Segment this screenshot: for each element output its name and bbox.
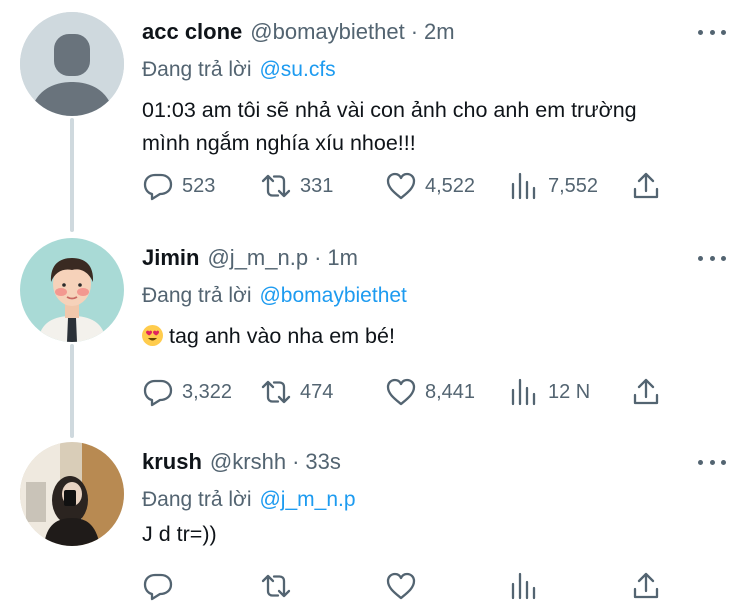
share-icon (633, 572, 659, 599)
views-button[interactable] (508, 566, 540, 606)
like-button[interactable]: 4,522 (385, 166, 475, 206)
reply-button[interactable]: 3,322 (142, 372, 232, 412)
mention-link[interactable]: @bomaybiethet (259, 284, 406, 308)
share-button[interactable] (630, 372, 662, 412)
like-button[interactable]: 8,441 (385, 372, 475, 412)
separator-dot: · (292, 449, 300, 474)
retweet-count: 474 (300, 380, 334, 403)
display-name[interactable]: Jimin (142, 245, 199, 271)
username-handle[interactable]: @krshh (210, 449, 286, 475)
tweet-text: tag anh vào nha em bé! (142, 320, 730, 353)
reply-icon (143, 573, 173, 601)
username-handle[interactable]: @j_m_n.p (207, 245, 308, 271)
reply-icon (143, 173, 173, 201)
retweet-icon (261, 574, 291, 598)
share-button[interactable] (630, 566, 662, 606)
tweet[interactable]: krush @krshh · 33s Đang trả lời @j_m_n.p… (0, 442, 750, 614)
heart-icon (386, 172, 416, 200)
views-count: 7,552 (548, 174, 599, 197)
profile-photo (20, 442, 124, 546)
like-button[interactable] (385, 566, 417, 606)
heart-icon (386, 378, 416, 406)
views-icon (511, 172, 536, 200)
more-icon[interactable] (698, 248, 726, 268)
replying-to-label: Đang trả lời (142, 58, 252, 81)
reply-count: 523 (182, 174, 216, 197)
reply-count: 3,322 (182, 380, 233, 403)
mention-link[interactable]: @su.cfs (259, 58, 335, 82)
display-name[interactable]: krush (142, 449, 202, 475)
replying-to: Đang trả lời @j_m_n.p (142, 482, 730, 518)
views-icon (511, 378, 536, 406)
more-icon[interactable] (698, 22, 726, 42)
replying-to-label: Đang trả lời (142, 284, 252, 307)
retweet-button[interactable]: 331 (260, 166, 333, 206)
tweet-text-line: J d tr=)) (142, 522, 217, 546)
reply-button[interactable] (142, 566, 174, 606)
tweet-text-line: 01:03 am tôi sẽ nhả vài con ảnh cho anh … (142, 98, 637, 122)
username-handle[interactable]: @bomaybiethet (250, 19, 404, 45)
timestamp[interactable]: 1m (327, 245, 358, 271)
tweet-actions (142, 566, 730, 606)
retweet-icon (261, 380, 291, 404)
tweet-text-content: tag anh vào nha em bé! (169, 324, 395, 348)
share-icon (633, 378, 659, 405)
avatar[interactable] (20, 442, 124, 546)
tweet-text: J d tr=)) (142, 518, 730, 551)
retweet-button[interactable]: 474 (260, 372, 333, 412)
tweet[interactable]: Jimin @j_m_n.p · 1m Đang trả lời @bomayb… (0, 238, 750, 428)
profile-photo (20, 238, 124, 342)
mention-link[interactable]: @j_m_n.p (259, 488, 355, 512)
tweet-actions: 3,322 474 8,441 12 N (142, 372, 730, 412)
replying-to: Đang trả lời @bomaybiethet (142, 278, 730, 314)
separator-dot: · (410, 19, 419, 44)
reply-button[interactable]: 523 (142, 166, 215, 206)
tweet-text-line: mình ngắm nghía xíu nhoe!!! (142, 131, 416, 155)
like-count: 8,441 (425, 380, 476, 403)
heart-icon (386, 572, 416, 600)
heart-eyes-emoji (142, 325, 163, 346)
timestamp[interactable]: 2m (424, 19, 455, 45)
timestamp[interactable]: 33s (305, 449, 340, 475)
tweet-text: 01:03 am tôi sẽ nhả vài con ảnh cho anh … (142, 94, 730, 160)
retweet-count: 331 (300, 174, 334, 197)
tweet-text-line: tag anh vào nha em bé! (142, 320, 730, 353)
reply-icon (143, 379, 173, 407)
views-icon (511, 572, 536, 600)
tweet-actions: 523 331 4,522 7,552 (142, 166, 730, 206)
retweet-icon (261, 174, 291, 198)
views-button[interactable]: 7,552 (508, 166, 598, 206)
display-name[interactable]: acc clone (142, 19, 242, 45)
avatar[interactable] (20, 12, 124, 116)
more-icon[interactable] (698, 452, 726, 472)
like-count: 4,522 (425, 174, 476, 197)
views-button[interactable]: 12 N (508, 372, 590, 412)
replying-to: Đang trả lời @su.cfs (142, 52, 730, 88)
share-icon (633, 172, 659, 199)
retweet-button[interactable] (260, 566, 292, 606)
separator-dot: · (314, 245, 322, 270)
avatar[interactable] (20, 238, 124, 342)
default-avatar-icon (20, 12, 124, 116)
replying-to-label: Đang trả lời (142, 488, 252, 511)
views-count: 12 N (548, 380, 591, 403)
share-button[interactable] (630, 166, 662, 206)
tweet[interactable]: acc clone @bomaybiethet · 2m Đang trả lờ… (0, 12, 750, 224)
